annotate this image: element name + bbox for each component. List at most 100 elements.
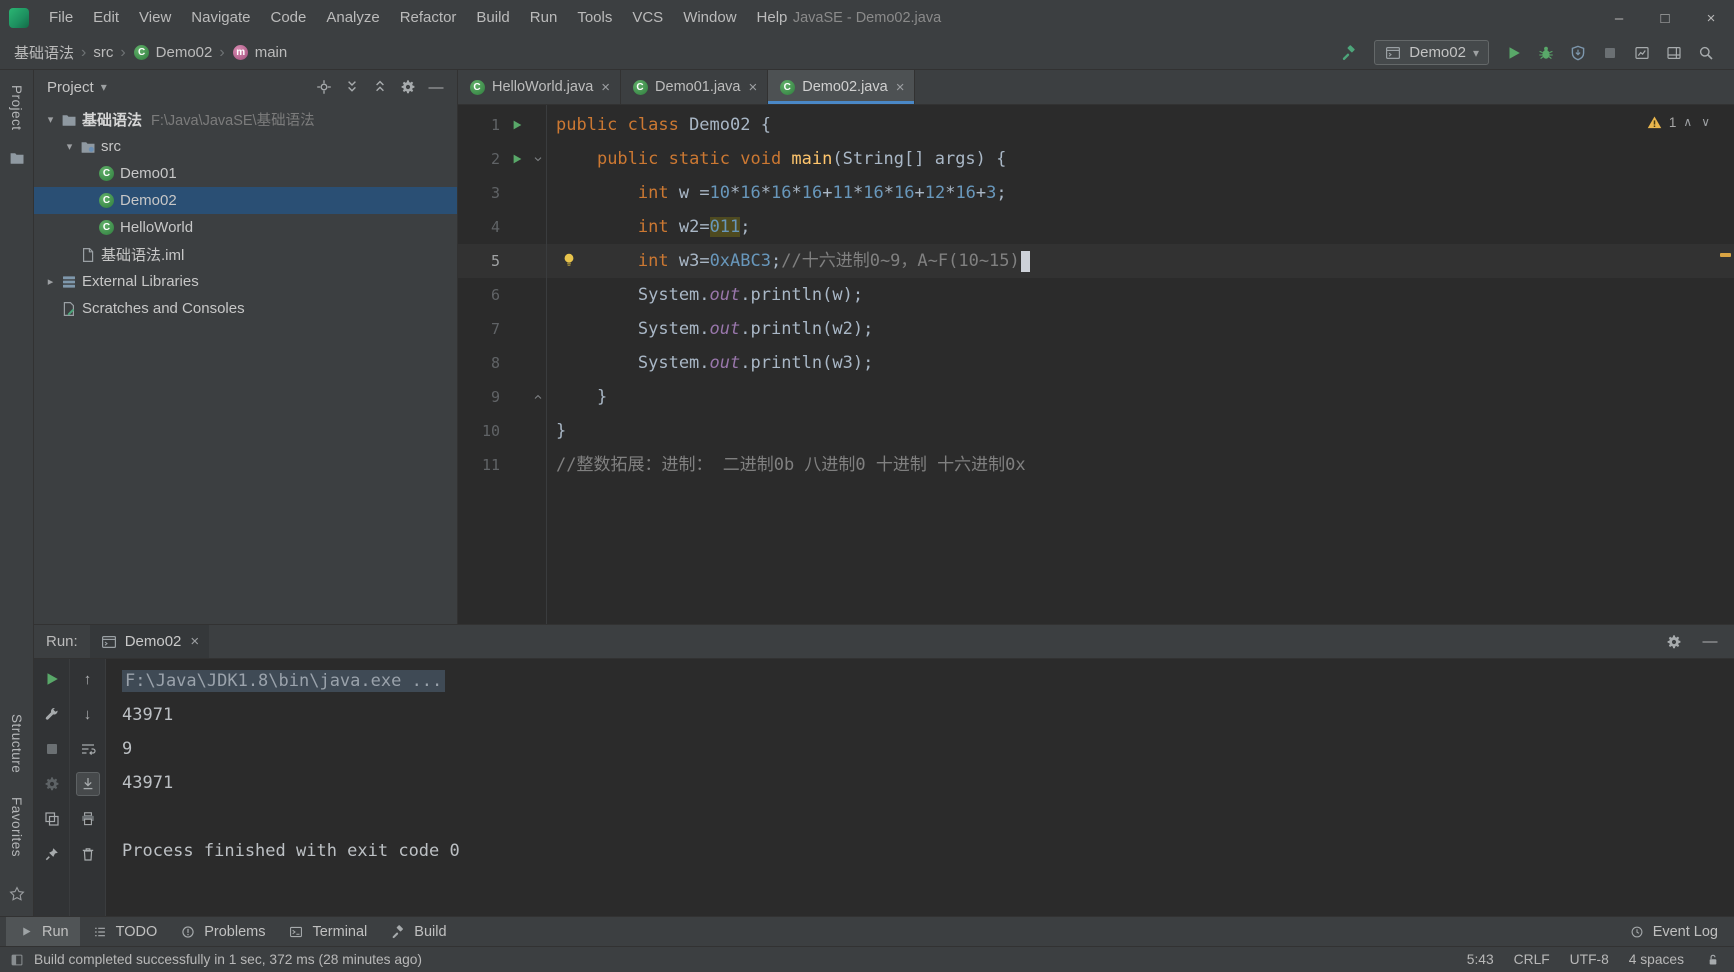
console-line-1[interactable]: 43971 (122, 698, 1734, 732)
indent-setting[interactable]: 4 spaces (1629, 952, 1684, 967)
modify-run-configuration-button[interactable] (40, 702, 64, 726)
tree-item-7[interactable]: Scratches and Consoles (34, 295, 457, 322)
editor[interactable]: 1 public class Demo02 {2 public static vo… (458, 105, 1734, 624)
menu-tools[interactable]: Tools (567, 0, 622, 36)
editor-tab-demo02-java[interactable]: C Demo02.java × (768, 70, 916, 104)
console-line-2[interactable]: 9 (122, 732, 1734, 766)
toolwindow-button-run[interactable]: Run (6, 916, 80, 947)
code-line-3[interactable]: 3 int w =10*16*16*16+11*16*16+12*16+3; (458, 176, 1734, 210)
tree-chevron-icon[interactable]: ▾ (42, 113, 59, 126)
search-everywhere-button[interactable] (1692, 40, 1720, 66)
toolwindow-button-todo[interactable]: TODO (80, 917, 169, 947)
menu-refactor[interactable]: Refactor (390, 0, 467, 36)
toolwindow-button-build[interactable]: Build (378, 917, 457, 947)
breadcrumb-item-0[interactable]: 基础语法 (10, 40, 78, 65)
console-line-4[interactable] (122, 800, 1734, 834)
menu-analyze[interactable]: Analyze (316, 0, 389, 36)
console-line-0[interactable]: F:\Java\JDK1.8\bin\java.exe ... (122, 664, 1734, 698)
menu-help[interactable]: Help (747, 0, 798, 36)
coverage-button[interactable] (1564, 40, 1592, 66)
menu-view[interactable]: View (129, 0, 181, 36)
stripe-project-button[interactable]: Project (9, 78, 24, 138)
menu-build[interactable]: Build (466, 0, 519, 36)
editor-tab-helloworld-java[interactable]: C HelloWorld.java × (458, 70, 622, 104)
tree-item-2[interactable]: C Demo01 (34, 160, 457, 187)
tree-item-5[interactable]: 基础语法.iml (34, 241, 457, 268)
run-tab[interactable]: Demo02 × (89, 625, 210, 658)
tree-item-6[interactable]: ▸ External Libraries (34, 268, 457, 295)
down-stack-trace-button[interactable]: ↓ (76, 702, 100, 726)
pin-tab-button[interactable] (40, 842, 64, 866)
run-button[interactable] (1500, 40, 1528, 66)
console-line-5[interactable]: Process finished with exit code 0 (122, 834, 1734, 868)
close-button[interactable]: × (1688, 0, 1734, 36)
settings-button[interactable] (395, 75, 421, 99)
code-line-6[interactable]: 6 System.out.println(w); (458, 278, 1734, 312)
hide-run-panel-button[interactable]: — (1696, 629, 1724, 655)
tool-window-switcher-icon[interactable] (8, 951, 26, 969)
profiler-button[interactable] (1628, 40, 1656, 66)
maximize-button[interactable]: □ (1642, 0, 1688, 36)
menu-file[interactable]: File (39, 0, 83, 36)
cursor-position[interactable]: 5:43 (1467, 952, 1494, 967)
tree-item-0[interactable]: ▾ 基础语法 F:\Java\JavaSE\基础语法 (34, 106, 457, 133)
tree-item-4[interactable]: C HelloWorld (34, 214, 457, 241)
build-project-button[interactable] (1335, 40, 1363, 66)
console-output[interactable]: F:\Java\JDK1.8\bin\java.exe ... 43971 9 439… (106, 659, 1734, 916)
hide-panel-button[interactable]: — (423, 75, 449, 99)
code-line-1[interactable]: 1 public class Demo02 { (458, 108, 1734, 142)
breadcrumb-item-3[interactable]: m main (228, 42, 292, 64)
code-line-4[interactable]: 4 int w2=011; (458, 210, 1734, 244)
code-line-5[interactable]: 5 int w3=0xABC3;//十六进制0~9，A~F(10~15) (458, 244, 1734, 278)
code-line-7[interactable]: 7 System.out.println(w2); (458, 312, 1734, 346)
toolwindow-button-problems[interactable]: Problems (168, 917, 276, 947)
stop-button[interactable] (1596, 40, 1624, 66)
tree-item-3[interactable]: C Demo02 (34, 187, 457, 214)
code-line-11[interactable]: 11 //整数拓展：进制： 二进制0b 八进制0 十进制 十六进制0x (458, 448, 1734, 482)
console-line-3[interactable]: 43971 (122, 766, 1734, 800)
code-line-9[interactable]: 9 } (458, 380, 1734, 414)
stripe-favorites-button[interactable]: Favorites (9, 790, 24, 864)
menu-run[interactable]: Run (520, 0, 568, 36)
breadcrumb-item-1[interactable]: src (89, 42, 117, 63)
menu-vcs[interactable]: VCS (622, 0, 673, 36)
stripe-structure-button[interactable]: Structure (9, 707, 24, 780)
console-settings-button[interactable] (1660, 629, 1688, 655)
run-line-button[interactable] (508, 150, 526, 168)
prev-warning-button[interactable]: ∧ (1681, 115, 1694, 129)
run-config-selector[interactable]: Demo02 ▾ (1374, 40, 1489, 65)
debug-button[interactable] (1532, 40, 1560, 66)
editor-tab-demo01-java[interactable]: C Demo01.java × (621, 70, 769, 104)
soft-wrap-button[interactable] (76, 737, 100, 761)
inspection-widget[interactable]: 1 ∧ ∨ (1646, 113, 1712, 131)
menu-navigate[interactable]: Navigate (181, 0, 260, 36)
menu-window[interactable]: Window (673, 0, 746, 36)
run-line-button[interactable] (508, 116, 526, 134)
star-icon[interactable] (7, 884, 27, 904)
clear-all-button[interactable] (76, 842, 100, 866)
up-stack-trace-button[interactable]: ↑ (76, 667, 100, 691)
console-gear-button[interactable] (40, 772, 64, 796)
print-button[interactable] (76, 807, 100, 831)
tab-close-icon[interactable]: × (748, 79, 757, 96)
next-warning-button[interactable]: ∨ (1699, 115, 1712, 129)
menu-code[interactable]: Code (260, 0, 316, 36)
run-tab-close-icon[interactable]: × (190, 633, 199, 650)
lock-icon[interactable] (1704, 951, 1722, 969)
menu-edit[interactable]: Edit (83, 0, 129, 36)
tab-close-icon[interactable]: × (896, 79, 905, 96)
project-view-selector[interactable]: Project ▾ (47, 79, 107, 96)
toolwindow-button-terminal[interactable]: Terminal (276, 917, 378, 947)
tree-chevron-icon[interactable]: ▸ (42, 275, 59, 288)
tree-item-1[interactable]: ▾ src (34, 133, 457, 160)
warning-stripe-mark[interactable] (1720, 253, 1731, 257)
code-line-8[interactable]: 8 System.out.println(w3); (458, 346, 1734, 380)
code-line-10[interactable]: 10} (458, 414, 1734, 448)
locate-file-button[interactable] (311, 75, 337, 99)
stop-process-button[interactable] (40, 737, 64, 761)
intention-bulb-icon[interactable] (560, 251, 578, 269)
collapse-all-button[interactable] (367, 75, 393, 99)
expand-all-button[interactable] (339, 75, 365, 99)
breadcrumb-item-2[interactable]: C Demo02 (129, 42, 217, 64)
line-ending[interactable]: CRLF (1514, 952, 1550, 967)
